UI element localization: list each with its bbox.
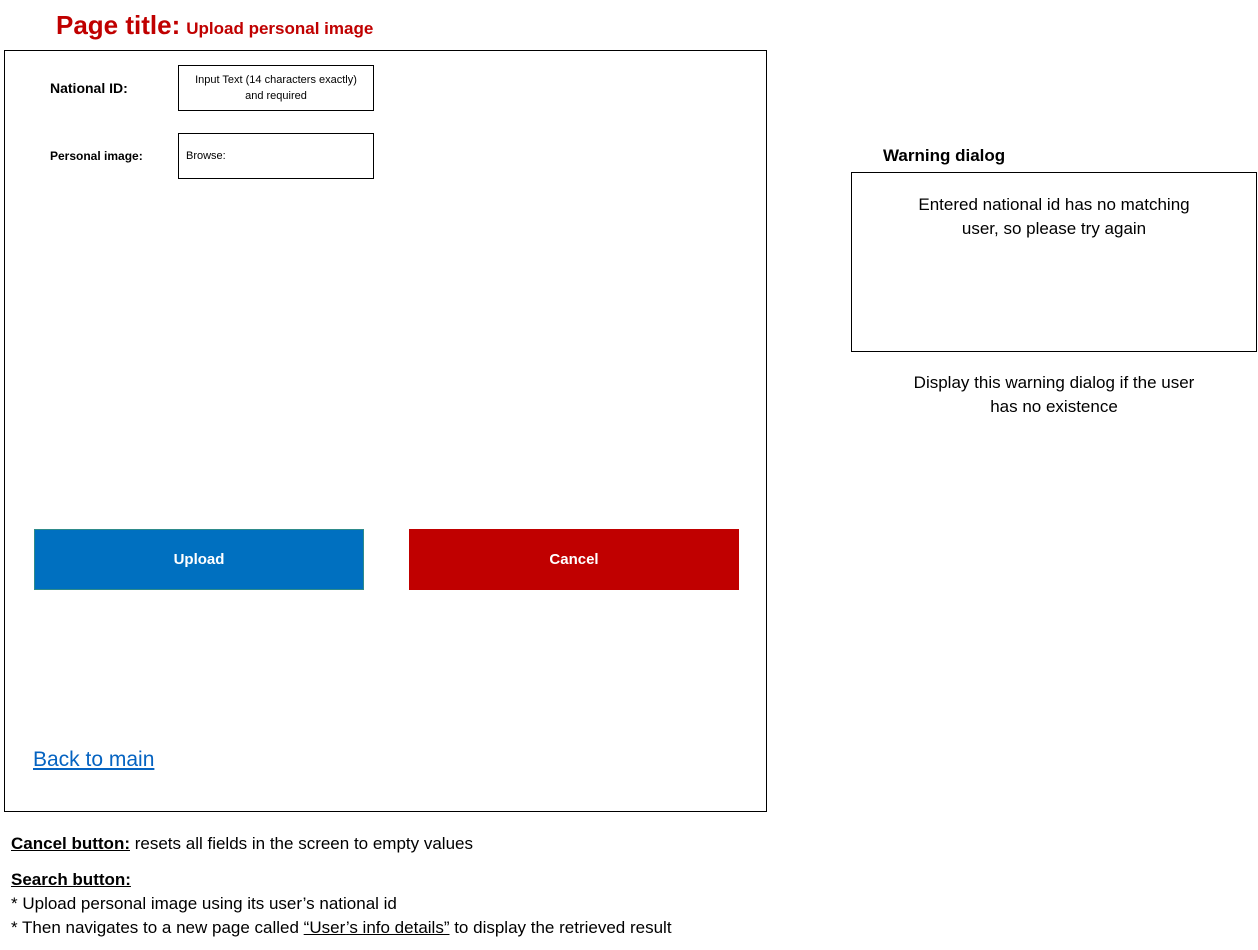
personal-image-label: Personal image: <box>50 149 143 163</box>
search-button-note: Search button: <box>11 868 672 892</box>
search-note-line-1: * Upload personal image using its user’s… <box>11 894 397 913</box>
cancel-button-note: Cancel button: resets all fields in the … <box>11 832 672 856</box>
cancel-note-heading: Cancel button: <box>11 834 130 853</box>
search-note-line-2-prefix: * Then navigates to a new page called <box>11 918 304 937</box>
national-id-input[interactable]: Input Text (14 characters exactly) and r… <box>178 65 374 111</box>
behavior-notes: Cancel button: resets all fields in the … <box>11 832 672 940</box>
warning-dialog-note: Display this warning dialog if the user … <box>913 373 1195 416</box>
national-id-placeholder: Input Text (14 characters exactly) and r… <box>195 74 357 102</box>
page-title-prefix: Page title: <box>56 10 181 40</box>
user-info-details-reference: “User’s info details” <box>303 918 450 937</box>
upload-button[interactable]: Upload <box>34 529 364 590</box>
page-title: Page title: Upload personal image <box>56 10 373 41</box>
search-note-heading: Search button: <box>11 870 131 889</box>
personal-image-file-input[interactable]: Browse: <box>178 133 374 179</box>
form-frame: National ID: Input Text (14 characters e… <box>4 50 767 812</box>
page-title-value: Upload personal image <box>186 19 374 38</box>
warning-dialog-heading: Warning dialog <box>883 146 1006 165</box>
personal-image-placeholder: Browse: <box>186 150 226 162</box>
warning-dialog: Entered national id has no matching user… <box>851 172 1257 352</box>
cancel-button[interactable]: Cancel <box>409 529 739 590</box>
search-note-line-2-suffix: to display the retrieved result <box>449 918 672 937</box>
search-note-line-2: * Then navigates to a new page called “U… <box>11 916 672 940</box>
warning-dialog-message: Entered national id has no matching user… <box>918 195 1190 238</box>
back-to-main-link[interactable]: Back to main <box>33 748 154 772</box>
national-id-label: National ID: <box>50 80 128 96</box>
cancel-note-text: resets all fields in the screen to empty… <box>130 834 473 853</box>
